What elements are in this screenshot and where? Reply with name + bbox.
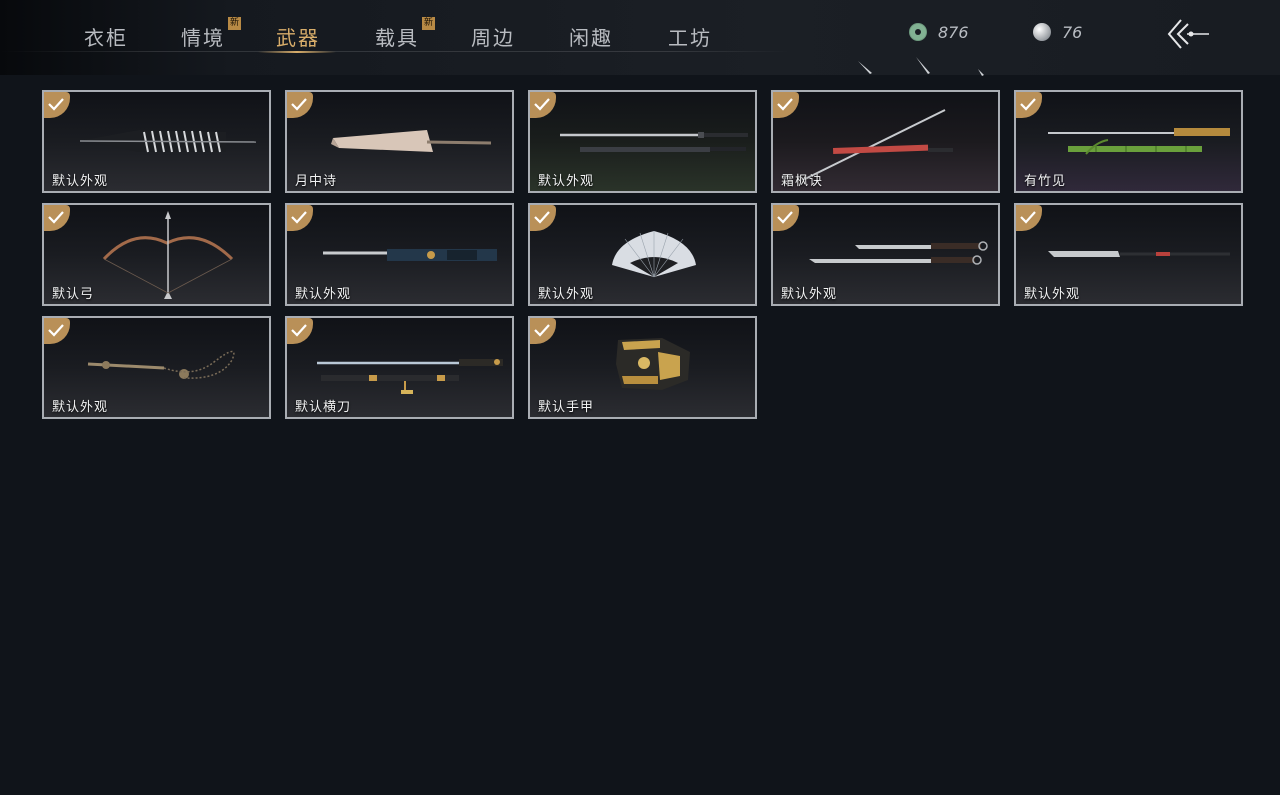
owned-check-icon — [773, 205, 799, 231]
item-name: 默认横刀 — [295, 400, 352, 415]
owned-check-icon — [287, 318, 313, 344]
tab-label: 情境 — [181, 26, 225, 50]
weapon-card[interactable]: 默认手甲 — [528, 316, 757, 419]
item-name: 默认外观 — [52, 400, 109, 415]
back-arrow-icon[interactable] — [1165, 18, 1211, 50]
item-name: 默认外观 — [538, 174, 595, 189]
pearl-amount: 76 — [1062, 22, 1083, 42]
weapon-card[interactable]: 默认横刀 — [285, 316, 514, 419]
owned-check-icon — [1016, 205, 1042, 231]
decorative-blades-icon — [858, 57, 984, 76]
tab-divider — [0, 51, 790, 52]
item-name: 默认手甲 — [538, 400, 595, 415]
item-name: 默认外观 — [295, 287, 352, 302]
owned-check-icon — [44, 92, 70, 118]
owned-check-icon — [530, 205, 556, 231]
weapon-card[interactable]: 默认弓 — [42, 203, 271, 306]
weapon-card[interactable]: 默认外观 — [42, 90, 271, 193]
item-name: 默认外观 — [538, 287, 595, 302]
weapon-card[interactable]: 默认外观 — [528, 90, 757, 193]
item-name: 默认外观 — [781, 287, 838, 302]
tab-weapons[interactable]: 武器 — [276, 22, 320, 50]
owned-check-icon — [530, 92, 556, 118]
tab-label: 武器 — [276, 26, 320, 50]
owned-check-icon — [1016, 92, 1042, 118]
owned-check-icon — [530, 318, 556, 344]
jade-coin-amount: 876 — [938, 22, 969, 42]
owned-check-icon — [287, 205, 313, 231]
tab-label: 工坊 — [668, 26, 712, 50]
tab-wardrobe[interactable]: 衣柜 — [84, 22, 128, 50]
weapon-card[interactable]: 霜枫诀 — [771, 90, 1000, 193]
new-badge: 新 — [422, 17, 435, 30]
item-name: 有竹见 — [1024, 174, 1067, 189]
owned-check-icon — [44, 318, 70, 344]
tab-vehicles[interactable]: 载具新 — [375, 17, 435, 50]
tab-label: 衣柜 — [84, 26, 128, 50]
item-name: 默认外观 — [52, 174, 109, 189]
owned-check-icon — [44, 205, 70, 231]
jade-coin-icon — [909, 23, 927, 41]
owned-check-icon — [773, 92, 799, 118]
weapon-card[interactable]: 默认外观 — [528, 203, 757, 306]
jade-coin-currency: 876 — [908, 22, 969, 42]
tab-label: 闲趣 — [569, 26, 613, 50]
tab-scenes[interactable]: 情境新 — [181, 17, 241, 50]
active-tab-indicator — [258, 51, 336, 53]
item-name: 默认弓 — [52, 287, 95, 302]
tab-workshop[interactable]: 工坊 — [668, 22, 712, 50]
tab-peripherals[interactable]: 周边 — [471, 22, 515, 50]
weapon-card[interactable]: 默认外观 — [42, 316, 271, 419]
item-name: 月中诗 — [295, 174, 338, 189]
item-name: 霜枫诀 — [781, 174, 824, 189]
weapon-card[interactable]: 月中诗 — [285, 90, 514, 193]
owned-check-icon — [287, 92, 313, 118]
weapon-card[interactable]: 默认外观 — [285, 203, 514, 306]
tab-leisure[interactable]: 闲趣 — [569, 22, 613, 50]
pearl-currency: 76 — [1032, 22, 1082, 42]
tab-label: 载具 — [375, 26, 419, 50]
tab-label: 周边 — [471, 26, 515, 50]
weapon-card[interactable]: 有竹见 — [1014, 90, 1243, 193]
item-name: 默认外观 — [1024, 287, 1081, 302]
weapon-card[interactable]: 默认外观 — [1014, 203, 1243, 306]
weapon-card[interactable]: 默认外观 — [771, 203, 1000, 306]
new-badge: 新 — [228, 17, 241, 30]
pearl-icon — [1033, 23, 1051, 41]
